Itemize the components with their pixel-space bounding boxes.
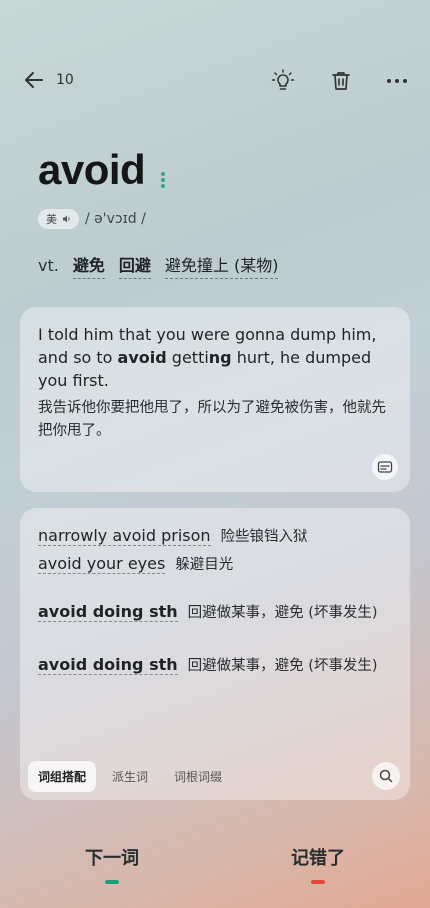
word-menu-dots-icon[interactable] — [160, 170, 166, 192]
part-of-speech: vt. — [38, 256, 59, 275]
phrase-zh: 躲避目光 — [175, 557, 234, 573]
speaker-icon — [63, 215, 70, 223]
phrase-zh: 险些锒铛入狱 — [220, 529, 308, 545]
more-icon — [387, 79, 407, 83]
back-arrow-icon — [25, 72, 43, 88]
hint-button[interactable] — [270, 68, 296, 94]
headword: avoid — [38, 146, 146, 193]
phrase-en[interactable]: avoid your eyes — [38, 554, 166, 574]
accent-label: 美 — [46, 213, 57, 226]
definition-item[interactable]: 避免撞上 (某物) — [164, 252, 279, 279]
definitions: vt. 避免 回避 避免撞上 (某物) — [38, 252, 279, 279]
marked-wrong-label: 记错了 — [291, 848, 345, 869]
tab-roots-affixes[interactable]: 词根词缀 — [164, 761, 232, 792]
phrase-tabs: 词组搭配 派生词 词根词缀 — [28, 761, 232, 792]
next-word-button[interactable]: 下一词 — [52, 844, 172, 884]
phonetic-row: 美 / ə'vɔɪd / — [38, 209, 146, 229]
word-count: 10 — [56, 72, 74, 88]
phrase-item: avoid your eyes 躲避目光 — [38, 552, 394, 577]
phrase-item: avoid doing sth 回避做某事，避免 (坏事发生) — [38, 653, 394, 678]
example-keyword: avoid — [117, 348, 167, 367]
phrase-zh: 回避做某事，避免 (坏事发生) — [187, 658, 378, 674]
definition-item[interactable]: 避免 — [72, 252, 105, 279]
tab-collocations[interactable]: 词组搭配 — [28, 761, 97, 792]
phonetic-text: / ə'vɔɪd / — [85, 211, 146, 227]
example-sentence-en: I told him that you were gonna dump him,… — [38, 325, 377, 390]
phrase-en[interactable]: avoid doing sth — [38, 602, 178, 622]
example-sentence-zh: 我告诉他你要把他甩了，所以为了避免被伤害，他就先把你甩了。 — [38, 400, 386, 439]
top-bar: 10 — [0, 62, 430, 102]
delete-button[interactable] — [328, 68, 354, 94]
tab-derivatives[interactable]: 派生词 — [102, 761, 158, 792]
bottom-actions: 下一词 记错了 — [0, 844, 430, 888]
phrase-en[interactable]: avoid doing sth — [38, 655, 178, 675]
search-icon — [379, 769, 393, 783]
wrong-indicator-bar — [311, 880, 325, 884]
subtitle-button[interactable] — [372, 454, 398, 480]
definition-item[interactable]: 回避 — [118, 252, 151, 279]
example-card: I told him that you were gonna dump him,… — [20, 307, 410, 492]
trash-icon — [332, 72, 350, 90]
subtitle-icon — [377, 461, 393, 473]
phrase-item: avoid doing sth 回避做某事，避免 (坏事发生) — [38, 600, 394, 625]
pronunciation-button[interactable]: 美 — [38, 209, 79, 229]
marked-wrong-button[interactable]: 记错了 — [258, 844, 378, 884]
next-word-label: 下一词 — [85, 848, 139, 869]
lightbulb-icon — [271, 69, 295, 90]
phrase-item: narrowly avoid prison 险些锒铛入狱 — [38, 524, 394, 549]
phrases-card: narrowly avoid prison 险些锒铛入狱 avoid your e… — [20, 508, 410, 800]
more-button[interactable] — [384, 68, 410, 94]
phrase-en[interactable]: narrowly avoid prison — [38, 526, 211, 546]
phrase-zh: 回避做某事，避免 (坏事发生) — [187, 605, 378, 621]
next-indicator-bar — [105, 880, 119, 884]
back-button[interactable]: 10 — [22, 68, 74, 92]
search-button[interactable] — [372, 762, 400, 790]
